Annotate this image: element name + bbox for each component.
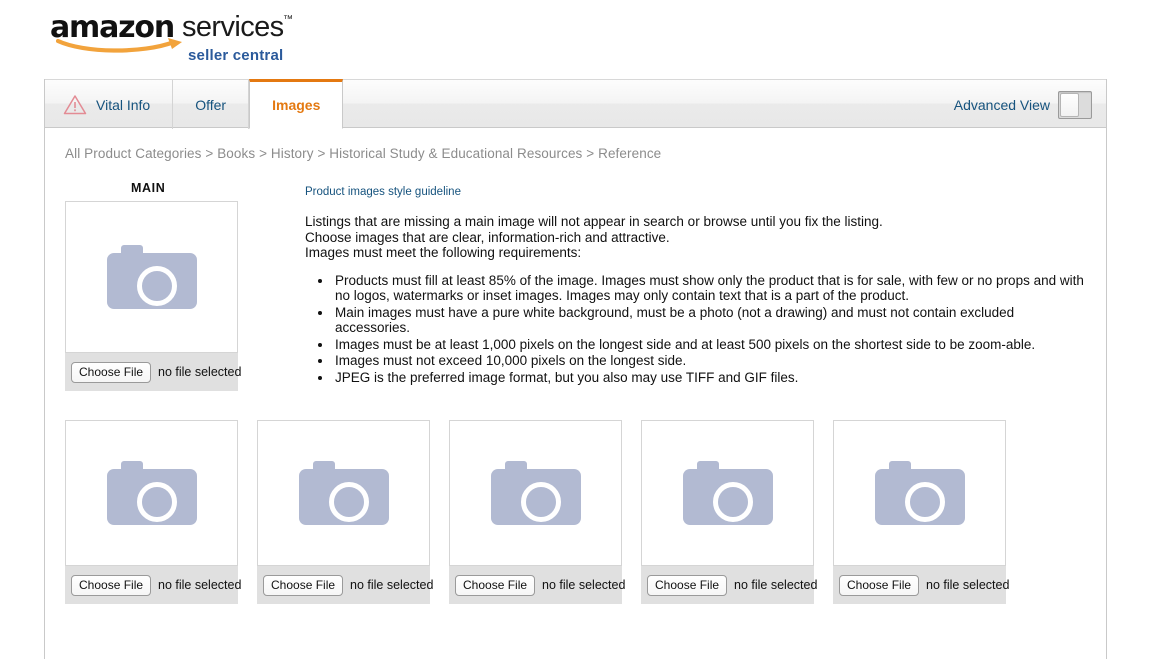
alt-image-slot-2: Choose File no file selected: [257, 420, 434, 604]
camera-icon: [106, 461, 197, 525]
alt-choose-file-button-2[interactable]: Choose File: [263, 574, 344, 596]
main-image-file-input: Choose File no file selected: [65, 353, 242, 391]
alt-image-slot-5: Choose File no file selected: [833, 420, 1010, 604]
images-content: MAIN Choose File no file selected Produc…: [45, 181, 1106, 604]
image-instructions: Product images style guideline Listings …: [295, 181, 1086, 391]
tab-vital-info[interactable]: Vital Info: [45, 80, 174, 129]
camera-icon: [682, 461, 773, 525]
amazon-services-logo: amazon services ™ seller central: [50, 10, 350, 68]
alt-image-preview-4[interactable]: [641, 420, 814, 566]
camera-icon: [490, 461, 581, 525]
intro-line-3: Images must meet the following requireme…: [305, 245, 582, 260]
alt-image-slot-1: Choose File no file selected: [65, 420, 242, 604]
tab-bar: Vital Info Offer Images Advanced View: [45, 79, 1106, 129]
camera-icon-lens: [136, 266, 177, 306]
tab-images-label: Images: [272, 97, 321, 113]
camera-icon-lens: [136, 482, 177, 522]
alt-file-status-5: no file selected: [926, 578, 1010, 592]
alt-choose-file-button-1[interactable]: Choose File: [71, 574, 152, 596]
requirement-item: Images must not exceed 10,000 pixels on …: [333, 353, 1086, 369]
alt-image-preview-3[interactable]: [449, 420, 622, 566]
alt-file-status-1: no file selected: [158, 578, 242, 592]
advanced-view-toggle[interactable]: [1058, 90, 1092, 119]
alt-file-status-2: no file selected: [350, 578, 434, 592]
toggle-knob: [1060, 92, 1079, 117]
tab-images[interactable]: Images: [249, 79, 344, 129]
alt-choose-file-button-5[interactable]: Choose File: [839, 574, 920, 596]
style-guideline-link[interactable]: Product images style guideline: [305, 186, 461, 198]
warning-triangle-icon: [63, 94, 87, 115]
main-image-row: MAIN Choose File no file selected Produc…: [65, 181, 1086, 391]
camera-icon-lens: [712, 482, 753, 522]
requirement-item: Images must be at least 1,000 pixels on …: [333, 337, 1086, 353]
intro-line-1: Listings that are missing a main image w…: [305, 214, 883, 229]
alt-image-slot-4: Choose File no file selected: [641, 420, 818, 604]
intro-line-2: Choose images that are clear, informatio…: [305, 229, 670, 245]
advanced-view-label: Advanced View: [953, 96, 1050, 113]
alt-image-preview-2[interactable]: [257, 420, 430, 566]
amazon-swoosh-icon: [56, 37, 184, 53]
alt-choose-file-button-3[interactable]: Choose File: [455, 574, 536, 596]
logo-services-text: services: [182, 11, 284, 43]
alt-image-file-input-2: Choose File no file selected: [257, 566, 434, 604]
alt-file-status-3: no file selected: [542, 578, 626, 592]
alt-image-file-input-5: Choose File no file selected: [833, 566, 1010, 604]
main-image-slot: Choose File no file selected: [65, 201, 242, 391]
camera-icon-lens: [328, 482, 369, 522]
alt-image-file-input-1: Choose File no file selected: [65, 566, 242, 604]
camera-icon-lens: [904, 482, 945, 522]
breadcrumb: All Product Categories > Books > History…: [65, 146, 662, 161]
alt-choose-file-button-4[interactable]: Choose File: [647, 574, 728, 596]
trademark-symbol: ™: [283, 14, 293, 25]
tab-offer-label: Offer: [195, 96, 227, 113]
alt-image-file-input-4: Choose File no file selected: [641, 566, 818, 604]
requirements-list: Products must fill at least 85% of the i…: [305, 273, 1086, 386]
alt-image-preview-1[interactable]: [65, 420, 238, 566]
main-file-status: no file selected: [158, 365, 242, 379]
tab-offer[interactable]: Offer: [173, 80, 250, 129]
camera-icon-lens: [520, 482, 561, 522]
tab-list: Vital Info Offer Images: [45, 79, 344, 129]
main-image-label: MAIN: [131, 181, 166, 195]
logo-tagline: seller central: [188, 47, 284, 64]
alt-file-status-4: no file selected: [734, 578, 818, 592]
camera-icon: [298, 461, 389, 525]
requirement-item: Products must fill at least 85% of the i…: [333, 273, 1086, 304]
camera-icon: [106, 245, 197, 309]
main-image-column: MAIN Choose File no file selected: [65, 181, 295, 391]
camera-icon: [874, 461, 965, 525]
requirement-item: JPEG is the preferred image format, but …: [333, 370, 1086, 386]
alt-image-preview-5[interactable]: [833, 420, 1006, 566]
alt-image-row: Choose File no file selected Choose File…: [65, 420, 1086, 604]
alt-image-slot-3: Choose File no file selected: [449, 420, 626, 604]
main-choose-file-button[interactable]: Choose File: [71, 361, 152, 383]
tab-vital-info-label: Vital Info: [96, 96, 151, 113]
requirement-item: Main images must have a pure white backg…: [333, 305, 1086, 336]
advanced-view-control: Advanced View: [954, 80, 1092, 129]
alt-image-file-input-3: Choose File no file selected: [449, 566, 626, 604]
main-image-preview[interactable]: [65, 201, 238, 353]
main-panel: Vital Info Offer Images Advanced View Al…: [44, 79, 1107, 659]
